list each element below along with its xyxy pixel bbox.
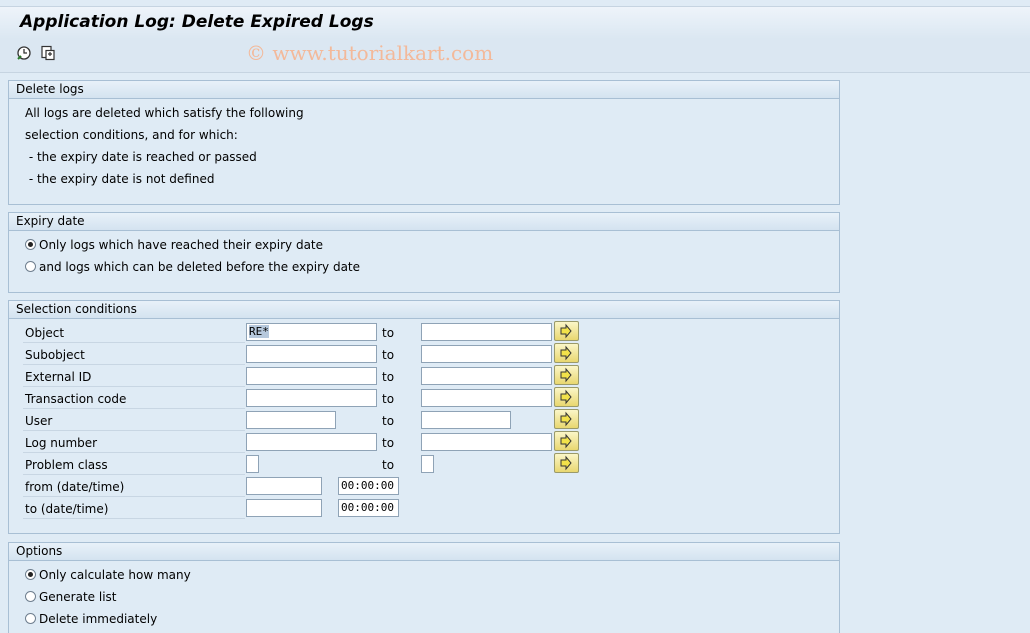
to-label: to bbox=[382, 414, 395, 428]
problem-class-label: Problem class bbox=[25, 458, 108, 472]
subobject-label: Subobject bbox=[25, 348, 85, 362]
info-line: selection conditions, and for which: bbox=[25, 128, 238, 142]
object-to-input[interactable] bbox=[421, 323, 552, 341]
external-id-label: External ID bbox=[25, 370, 92, 384]
row-separator bbox=[23, 452, 245, 453]
generate-list-radio[interactable] bbox=[25, 591, 36, 602]
selection-conditions-header: Selection conditions bbox=[9, 301, 839, 319]
arrow-right-icon bbox=[560, 345, 572, 361]
only-calculate-label[interactable]: Only calculate how many bbox=[39, 568, 191, 582]
row-separator bbox=[23, 474, 245, 475]
external-id-multiple-selection-button[interactable] bbox=[554, 365, 579, 385]
generate-list-label[interactable]: Generate list bbox=[39, 590, 116, 604]
main-content: Delete logs All logs are deleted which s… bbox=[0, 73, 1030, 633]
log-number-label: Log number bbox=[25, 436, 98, 450]
expiry-option-reached-radio[interactable] bbox=[25, 239, 36, 250]
object-label: Object bbox=[25, 326, 65, 340]
external-id-from-input[interactable] bbox=[246, 367, 377, 385]
to-time-input[interactable]: 00:00:00 bbox=[338, 499, 399, 517]
selection-conditions-group: Selection conditions Object RE* to Subob… bbox=[8, 300, 840, 534]
delete-immediately-label[interactable]: Delete immediately bbox=[39, 612, 157, 626]
info-line: All logs are deleted which satisfy the f… bbox=[25, 106, 304, 120]
to-label: to bbox=[382, 348, 395, 362]
log-number-to-input[interactable] bbox=[421, 433, 552, 451]
user-multiple-selection-button[interactable] bbox=[554, 409, 579, 429]
row-separator bbox=[23, 408, 245, 409]
to-datetime-label: to (date/time) bbox=[25, 502, 109, 516]
transaction-code-from-input[interactable] bbox=[246, 389, 377, 407]
object-from-input[interactable]: RE* bbox=[246, 323, 377, 341]
arrow-right-icon bbox=[560, 455, 572, 471]
arrow-right-icon bbox=[560, 433, 572, 449]
transaction-code-label: Transaction code bbox=[25, 392, 127, 406]
problem-class-to-input[interactable] bbox=[421, 455, 434, 473]
expiry-option-before-radio[interactable] bbox=[25, 261, 36, 272]
from-time-input[interactable]: 00:00:00 bbox=[338, 477, 399, 495]
expiry-date-header: Expiry date bbox=[9, 213, 839, 231]
transaction-code-to-input[interactable] bbox=[421, 389, 552, 407]
row-separator bbox=[23, 496, 245, 497]
from-date-input[interactable] bbox=[246, 477, 322, 495]
row-separator bbox=[23, 386, 245, 387]
problem-class-multiple-selection-button[interactable] bbox=[554, 453, 579, 473]
user-to-input[interactable] bbox=[421, 411, 511, 429]
to-label: to bbox=[382, 370, 395, 384]
arrow-right-icon bbox=[560, 323, 572, 339]
expiry-option-reached-label[interactable]: Only logs which have reached their expir… bbox=[39, 238, 323, 252]
delete-immediately-radio[interactable] bbox=[25, 613, 36, 624]
arrow-right-icon bbox=[560, 367, 572, 383]
save-variant-icon[interactable] bbox=[40, 45, 56, 61]
from-datetime-label: from (date/time) bbox=[25, 480, 125, 494]
object-multiple-selection-button[interactable] bbox=[554, 321, 579, 341]
to-label: to bbox=[382, 392, 395, 406]
info-line: - the expiry date is reached or passed bbox=[25, 150, 257, 164]
to-label: to bbox=[382, 436, 395, 450]
object-from-value: RE* bbox=[249, 325, 269, 338]
options-header: Options bbox=[9, 543, 839, 561]
user-from-input[interactable] bbox=[246, 411, 336, 429]
application-toolbar: © www.tutorialkart.com bbox=[0, 39, 1030, 73]
arrow-right-icon bbox=[560, 389, 572, 405]
to-date-input[interactable] bbox=[246, 499, 322, 517]
info-line: - the expiry date is not defined bbox=[25, 172, 215, 186]
row-separator bbox=[23, 342, 245, 343]
subobject-from-input[interactable] bbox=[246, 345, 377, 363]
expiry-date-group: Expiry date Only logs which have reached… bbox=[8, 212, 840, 293]
subobject-to-input[interactable] bbox=[421, 345, 552, 363]
options-group: Options Only calculate how many Generate… bbox=[8, 542, 840, 633]
transaction-code-multiple-selection-button[interactable] bbox=[554, 387, 579, 407]
row-separator bbox=[23, 430, 245, 431]
row-separator bbox=[23, 518, 245, 519]
to-label: to bbox=[382, 326, 395, 340]
arrow-right-icon bbox=[560, 411, 572, 427]
watermark: © www.tutorialkart.com bbox=[246, 41, 494, 65]
log-number-from-input[interactable] bbox=[246, 433, 377, 451]
subobject-multiple-selection-button[interactable] bbox=[554, 343, 579, 363]
expiry-option-before-label[interactable]: and logs which can be deleted before the… bbox=[39, 260, 360, 274]
delete-logs-header: Delete logs bbox=[9, 81, 839, 99]
to-label: to bbox=[382, 458, 395, 472]
title-bar: Application Log: Delete Expired Logs bbox=[0, 6, 1030, 40]
page-title: Application Log: Delete Expired Logs bbox=[20, 12, 374, 32]
execute-icon[interactable] bbox=[16, 45, 32, 61]
external-id-to-input[interactable] bbox=[421, 367, 552, 385]
delete-logs-group: Delete logs All logs are deleted which s… bbox=[8, 80, 840, 205]
row-separator bbox=[23, 364, 245, 365]
problem-class-from-input[interactable] bbox=[246, 455, 259, 473]
only-calculate-radio[interactable] bbox=[25, 569, 36, 580]
log-number-multiple-selection-button[interactable] bbox=[554, 431, 579, 451]
user-label: User bbox=[25, 414, 53, 428]
